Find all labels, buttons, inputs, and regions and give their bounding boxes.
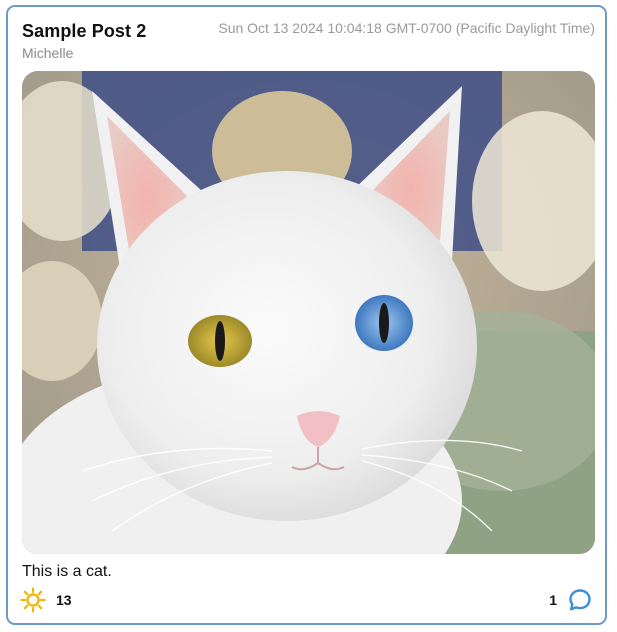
post-caption: This is a cat. (22, 563, 112, 580)
white-cat-photo (22, 71, 595, 554)
like-count: 13 (56, 592, 72, 608)
sun-icon[interactable] (20, 587, 46, 613)
post-card: Sample Post 2 Michelle Sun Oct 13 2024 1… (6, 5, 607, 625)
post-title: Sample Post 2 (22, 21, 147, 41)
comment-count: 1 (549, 592, 557, 608)
post-timestamp: Sun Oct 13 2024 10:04:18 GMT-0700 (Pacif… (218, 20, 595, 36)
like-button[interactable]: 13 (20, 586, 72, 614)
post-author[interactable]: Michelle (22, 45, 73, 61)
post-image[interactable] (22, 71, 595, 554)
comment-button[interactable]: 1 (549, 586, 593, 614)
speech-bubble-icon[interactable] (567, 587, 593, 613)
